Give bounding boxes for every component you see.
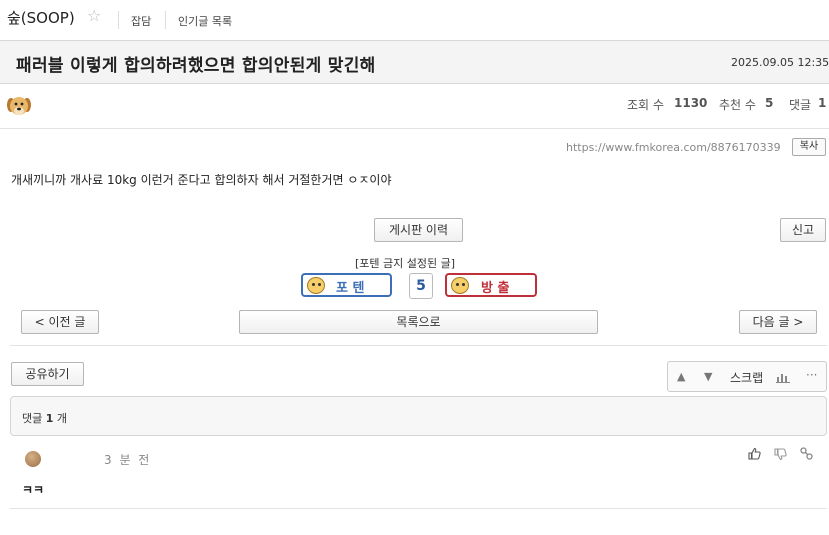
nav-divider bbox=[165, 11, 166, 29]
comment-header: 댓글 1 개 bbox=[10, 396, 827, 436]
report-button[interactable]: 신고 bbox=[780, 218, 826, 242]
comment-text: ㅋㅋ bbox=[22, 483, 45, 497]
top-nav: 숲(SOOP) ☆ 잡담 인기글 목록 bbox=[0, 0, 829, 38]
views-count: 1130 bbox=[674, 96, 708, 110]
vote-count: 5 bbox=[409, 273, 433, 299]
recommends-count: 5 bbox=[765, 96, 774, 110]
nav-divider bbox=[118, 11, 119, 29]
thumbs-down-icon[interactable] bbox=[774, 448, 787, 461]
post-body: 개새끼니까 개사료 10kg 이런거 준다고 합의하자 해서 거절한거면 ㅇㅈ이… bbox=[11, 173, 392, 187]
author-avatar-dog-icon[interactable] bbox=[6, 93, 32, 119]
divider bbox=[10, 345, 827, 346]
comment-count-text: 댓글 1 개 bbox=[22, 412, 68, 425]
nav-link-chat[interactable]: 잡담 bbox=[131, 13, 151, 29]
arrow-up-icon[interactable]: ▲ bbox=[677, 370, 685, 383]
bangchul-label: 방 출 bbox=[481, 281, 510, 296]
share-button[interactable]: 공유하기 bbox=[11, 362, 84, 386]
divider bbox=[0, 128, 829, 129]
recommends-label: 추천 수 bbox=[719, 98, 756, 112]
smile-face-icon bbox=[307, 277, 325, 294]
link-icon[interactable] bbox=[800, 447, 813, 460]
post-title: 패러블 이렇게 합의하려했으면 합의안된게 맞긴해 bbox=[16, 56, 376, 76]
thumbs-up-icon[interactable] bbox=[748, 447, 761, 460]
poten-button[interactable]: 포 텐 bbox=[301, 273, 392, 297]
shocked-face-icon bbox=[451, 277, 469, 294]
scrap-button[interactable]: 스크랩 bbox=[730, 369, 763, 386]
board-history-button[interactable]: 게시판 이력 bbox=[374, 218, 463, 242]
divider bbox=[10, 508, 827, 509]
poten-label: 포 텐 bbox=[336, 281, 365, 296]
comments-label: 댓글 bbox=[789, 98, 812, 112]
nav-link-popular[interactable]: 인기글 목록 bbox=[178, 13, 232, 29]
comments-count: 1 bbox=[818, 96, 827, 110]
post-date: 2025.09.05 12:35 bbox=[731, 56, 829, 69]
stats-chart-icon[interactable] bbox=[776, 372, 790, 383]
post-title-bar: 패러블 이렇게 합의하려했으면 합의안된게 맞긴해 2025.09.05 12:… bbox=[0, 40, 829, 84]
commenter-avatar[interactable] bbox=[25, 451, 41, 467]
star-icon[interactable]: ☆ bbox=[87, 6, 101, 25]
post-toolbar: ▲ ▼ 스크랩 ··· bbox=[667, 361, 827, 392]
list-button[interactable]: 목록으로 bbox=[239, 310, 598, 334]
source-url[interactable]: https://www.fmkorea.com/8876170339 bbox=[566, 141, 781, 154]
next-post-button[interactable]: 다음 글 > bbox=[739, 310, 817, 334]
views-label: 조회 수 bbox=[627, 98, 664, 112]
more-icon[interactable]: ··· bbox=[806, 368, 817, 382]
bangchul-button[interactable]: 방 출 bbox=[445, 273, 537, 297]
banned-note: [포텐 금지 설정된 글] bbox=[355, 257, 456, 270]
arrow-down-icon[interactable]: ▼ bbox=[704, 370, 712, 383]
site-name[interactable]: 숲(SOOP) bbox=[7, 7, 75, 28]
copy-url-button[interactable]: 복사 bbox=[792, 138, 826, 156]
prev-post-button[interactable]: < 이전 글 bbox=[21, 310, 99, 334]
comment-time: 3 분 전 bbox=[104, 453, 152, 467]
